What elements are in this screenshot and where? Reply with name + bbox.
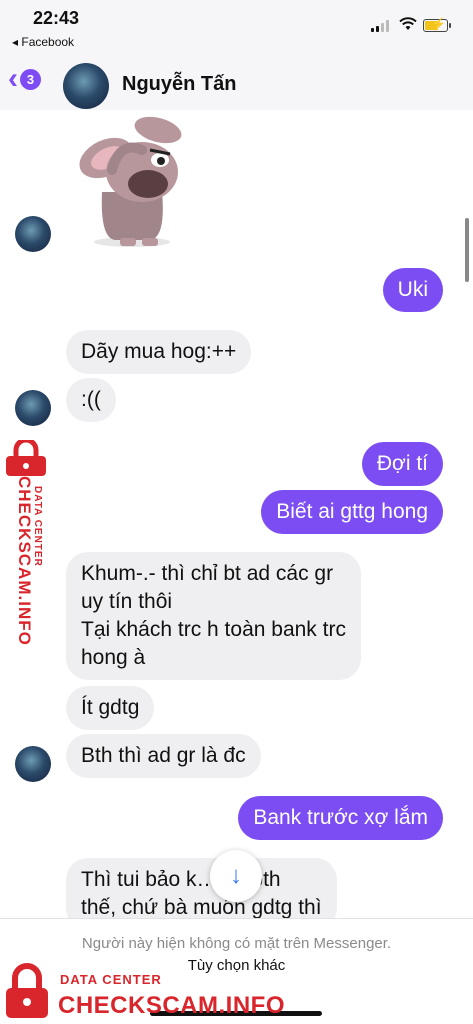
scroll-down-arrow-icon: ↓ [230, 862, 242, 889]
scrollbar[interactable] [465, 218, 469, 282]
watermark-brand: CHECKSCAM.INFO [15, 476, 34, 646]
contact-name[interactable]: Nguyễn Tấn [122, 73, 236, 96]
message-bubble-outgoing[interactable]: Biết ai gttg hong [261, 490, 443, 534]
back-to-facebook-link[interactable]: ◂ Facebook [12, 35, 74, 49]
scroll-down-button[interactable]: ↓ [210, 850, 262, 902]
message-bubble-outgoing[interactable]: Đợi tí [361, 442, 443, 486]
message-bubble-incoming[interactable]: :(( [66, 378, 116, 422]
message-bubble-incoming[interactable]: Thì tui bảo k… tui bth thế, chứ bà muốn … [66, 858, 337, 918]
lock-icon [6, 440, 46, 476]
message-bubble-incoming[interactable]: Khum-.- thì chỉ bt ad các gr uy tín thôi… [66, 552, 361, 680]
contact-avatar[interactable] [63, 63, 109, 109]
message-bubble-outgoing[interactable]: Uki [382, 268, 443, 312]
contact-avatar-small[interactable] [15, 746, 51, 782]
watermark-caption: DATA CENTER [32, 486, 43, 567]
lock-icon [6, 963, 48, 1018]
watermark-caption: DATA CENTER [60, 972, 162, 987]
message-bubble-outgoing[interactable]: Bank trước xợ lắm [238, 796, 443, 840]
watermark-brand: CHECKSCAM.INFO [58, 992, 285, 1019]
signal-icon [371, 20, 389, 32]
message-bubble-incoming[interactable]: Ít gdtg [66, 686, 155, 730]
status-bar: 22:43 ◂ Facebook ⚡ [0, 0, 473, 56]
message-bubble-incoming[interactable]: Dãy mua hog:++ [66, 330, 252, 374]
unread-badge: 3 [20, 68, 41, 90]
battery-icon: ⚡ [423, 17, 451, 32]
clock: 22:43 [33, 8, 80, 28]
watermark-side: CHECKSCAM.INFO DATA CENTER [0, 440, 52, 670]
wifi-icon [399, 17, 417, 30]
message-bubble-incoming[interactable]: Bth thì ad gr là đc [66, 734, 261, 778]
back-chevron-icon: ‹ [8, 62, 18, 95]
contact-avatar-small[interactable] [15, 216, 51, 252]
message-list[interactable]: Uki Dãy mua hog:++ :(( Đợi tí Biết ai gt… [0, 110, 473, 918]
offline-notice: Người này hiện không có mặt trên Messeng… [81, 935, 392, 952]
bulldog-sticker[interactable] [70, 110, 200, 250]
back-button[interactable]: ‹ 3 [8, 64, 41, 94]
chat-header: ‹ 3 Nguyễn Tấn [0, 56, 473, 110]
contact-avatar-small[interactable] [15, 390, 51, 426]
watermark-bottom: DATA CENTER CHECKSCAM.INFO [0, 960, 300, 1024]
